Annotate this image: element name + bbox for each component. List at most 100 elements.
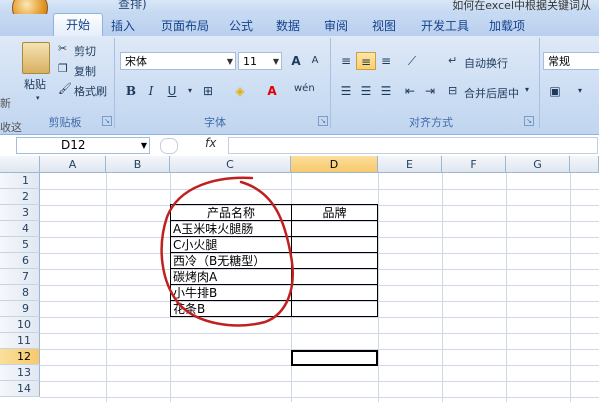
row-header-3[interactable]: 3 — [0, 205, 40, 221]
phonetic-button[interactable]: wén — [294, 80, 315, 98]
row-header-11[interactable]: 11 — [0, 333, 40, 349]
align-top-icon[interactable]: ≡ — [336, 52, 356, 70]
window-title: 如何在excel中根据关键词从 — [452, 0, 591, 12]
row-header-2[interactable]: 2 — [0, 189, 40, 205]
column-header-f[interactable]: F — [442, 156, 506, 173]
column-header-c[interactable]: C — [170, 156, 291, 173]
copy-button[interactable]: 复制 — [74, 63, 96, 79]
italic-button[interactable]: I — [141, 82, 161, 100]
tab-view[interactable]: 视图 — [372, 17, 396, 34]
chevron-down-icon: ▼ — [272, 57, 279, 66]
align-right-icon[interactable]: ☰ — [376, 82, 396, 100]
grid-line — [40, 189, 599, 190]
column-header-e[interactable]: E — [378, 156, 442, 173]
merge-center-icon: ⊟ — [448, 84, 458, 97]
wrap-text-button[interactable]: 自动换行 — [464, 55, 508, 71]
column-header-h[interactable] — [570, 156, 599, 173]
accounting-dropdown-icon[interactable]: ▾ — [570, 82, 590, 100]
orientation-icon[interactable]: ⟋ — [402, 52, 422, 70]
group-separator — [114, 38, 115, 128]
row-header-14[interactable]: 14 — [0, 381, 40, 397]
underline-button[interactable]: U — [162, 82, 182, 100]
shrink-font-button[interactable]: A — [305, 52, 325, 70]
column-header-g[interactable]: G — [506, 156, 570, 173]
align-middle-icon[interactable]: ≡ — [356, 52, 376, 70]
cut-button[interactable]: 剪切 — [74, 43, 96, 59]
cut-icon: ✂ — [58, 42, 68, 55]
column-header-a[interactable]: A — [40, 156, 106, 173]
tab-addins[interactable]: 加载项 — [489, 17, 525, 34]
font-group-label: 字体 — [204, 116, 226, 129]
row-header-4[interactable]: 4 — [0, 221, 40, 237]
tab-developer[interactable]: 开发工具 — [421, 17, 469, 34]
title-bar: 查排) 如何在excel中根据关键词从 — [0, 0, 599, 14]
row-header-6[interactable]: 6 — [0, 253, 40, 269]
copy-icon: ❐ — [58, 62, 68, 75]
select-all-corner[interactable] — [0, 156, 40, 173]
background-text-fragment: 新 收这 — [0, 92, 22, 140]
font-name-combo[interactable]: 宋体 ▼ — [120, 52, 236, 70]
align-left-icon[interactable]: ☰ — [336, 82, 356, 100]
format-painter-icon: 🖌 — [58, 82, 72, 95]
paste-button[interactable]: 粘贴 — [24, 76, 46, 92]
clipboard-launcher-icon[interactable]: ↘ — [102, 116, 112, 126]
font-color-icon[interactable]: A — [262, 82, 282, 100]
tab-review[interactable]: 审阅 — [324, 17, 348, 34]
cell-reference: D12 — [61, 138, 86, 152]
bold-button[interactable]: B — [121, 82, 141, 100]
alignment-group-label: 对齐方式 — [409, 116, 453, 129]
tab-insert[interactable]: 插入 — [111, 17, 135, 34]
format-painter-button[interactable]: 格式刷 — [74, 83, 107, 99]
alignment-launcher-icon[interactable]: ↘ — [524, 116, 534, 126]
tab-data[interactable]: 数据 — [276, 17, 300, 34]
align-center-icon[interactable]: ☰ — [356, 82, 376, 100]
formula-bar-splitter[interactable] — [160, 138, 178, 154]
grid-line — [506, 173, 507, 402]
row-header-8[interactable]: 8 — [0, 285, 40, 301]
grid-line — [442, 173, 443, 402]
paste-dropdown-icon[interactable]: ▾ — [36, 94, 40, 102]
merge-dropdown-icon[interactable]: ▾ — [525, 85, 529, 94]
row-header-9[interactable]: 9 — [0, 301, 40, 317]
insert-function-button[interactable]: fx — [205, 136, 216, 150]
column-header-b[interactable]: B — [106, 156, 170, 173]
grid-line — [378, 173, 379, 402]
quick-access-text: 查排) — [118, 0, 147, 11]
font-size-combo[interactable]: 11 ▼ — [238, 52, 282, 70]
wrap-text-icon: ↵ — [448, 54, 458, 67]
row-header-1[interactable]: 1 — [0, 173, 40, 189]
name-box[interactable]: D12 ▼ — [16, 137, 150, 154]
underline-dropdown-icon[interactable]: ▾ — [180, 82, 200, 100]
number-format-combo[interactable]: 常规 — [543, 52, 599, 70]
merge-center-button[interactable]: 合并后居中 — [464, 85, 519, 101]
red-circle-annotation — [160, 176, 294, 327]
group-separator — [539, 38, 540, 128]
formula-input[interactable] — [228, 137, 598, 154]
tab-page-layout[interactable]: 页面布局 — [161, 17, 209, 34]
chevron-down-icon: ▼ — [226, 57, 233, 66]
office-button-icon[interactable] — [12, 0, 48, 14]
formula-bar: D12 ▼ fx — [0, 135, 599, 157]
paste-icon — [22, 42, 50, 74]
row-header-7[interactable]: 7 — [0, 269, 40, 285]
grow-font-button[interactable]: A — [286, 52, 306, 70]
tab-home[interactable]: 开始 — [53, 13, 103, 37]
align-bottom-icon[interactable]: ≡ — [376, 52, 396, 70]
grid-line — [40, 333, 599, 334]
accounting-format-icon[interactable]: ▣ — [545, 82, 565, 100]
font-launcher-icon[interactable]: ↘ — [318, 116, 328, 126]
column-header-d[interactable]: D — [291, 156, 378, 173]
tab-formulas[interactable]: 公式 — [229, 17, 253, 34]
increase-indent-icon[interactable]: ⇥ — [420, 82, 440, 100]
number-format-value: 常规 — [548, 55, 570, 68]
row-header-5[interactable]: 5 — [0, 237, 40, 253]
decrease-indent-icon[interactable]: ⇤ — [400, 82, 420, 100]
row-header-13[interactable]: 13 — [0, 365, 40, 381]
font-size-value: 11 — [243, 55, 257, 68]
row-header-10[interactable]: 10 — [0, 317, 40, 333]
grid-line — [106, 173, 107, 402]
borders-icon[interactable]: ⊞ — [198, 82, 218, 100]
fill-color-icon[interactable]: ◈ — [230, 82, 250, 100]
active-cell-d12[interactable] — [291, 350, 378, 366]
row-header-12[interactable]: 12 — [0, 349, 40, 365]
